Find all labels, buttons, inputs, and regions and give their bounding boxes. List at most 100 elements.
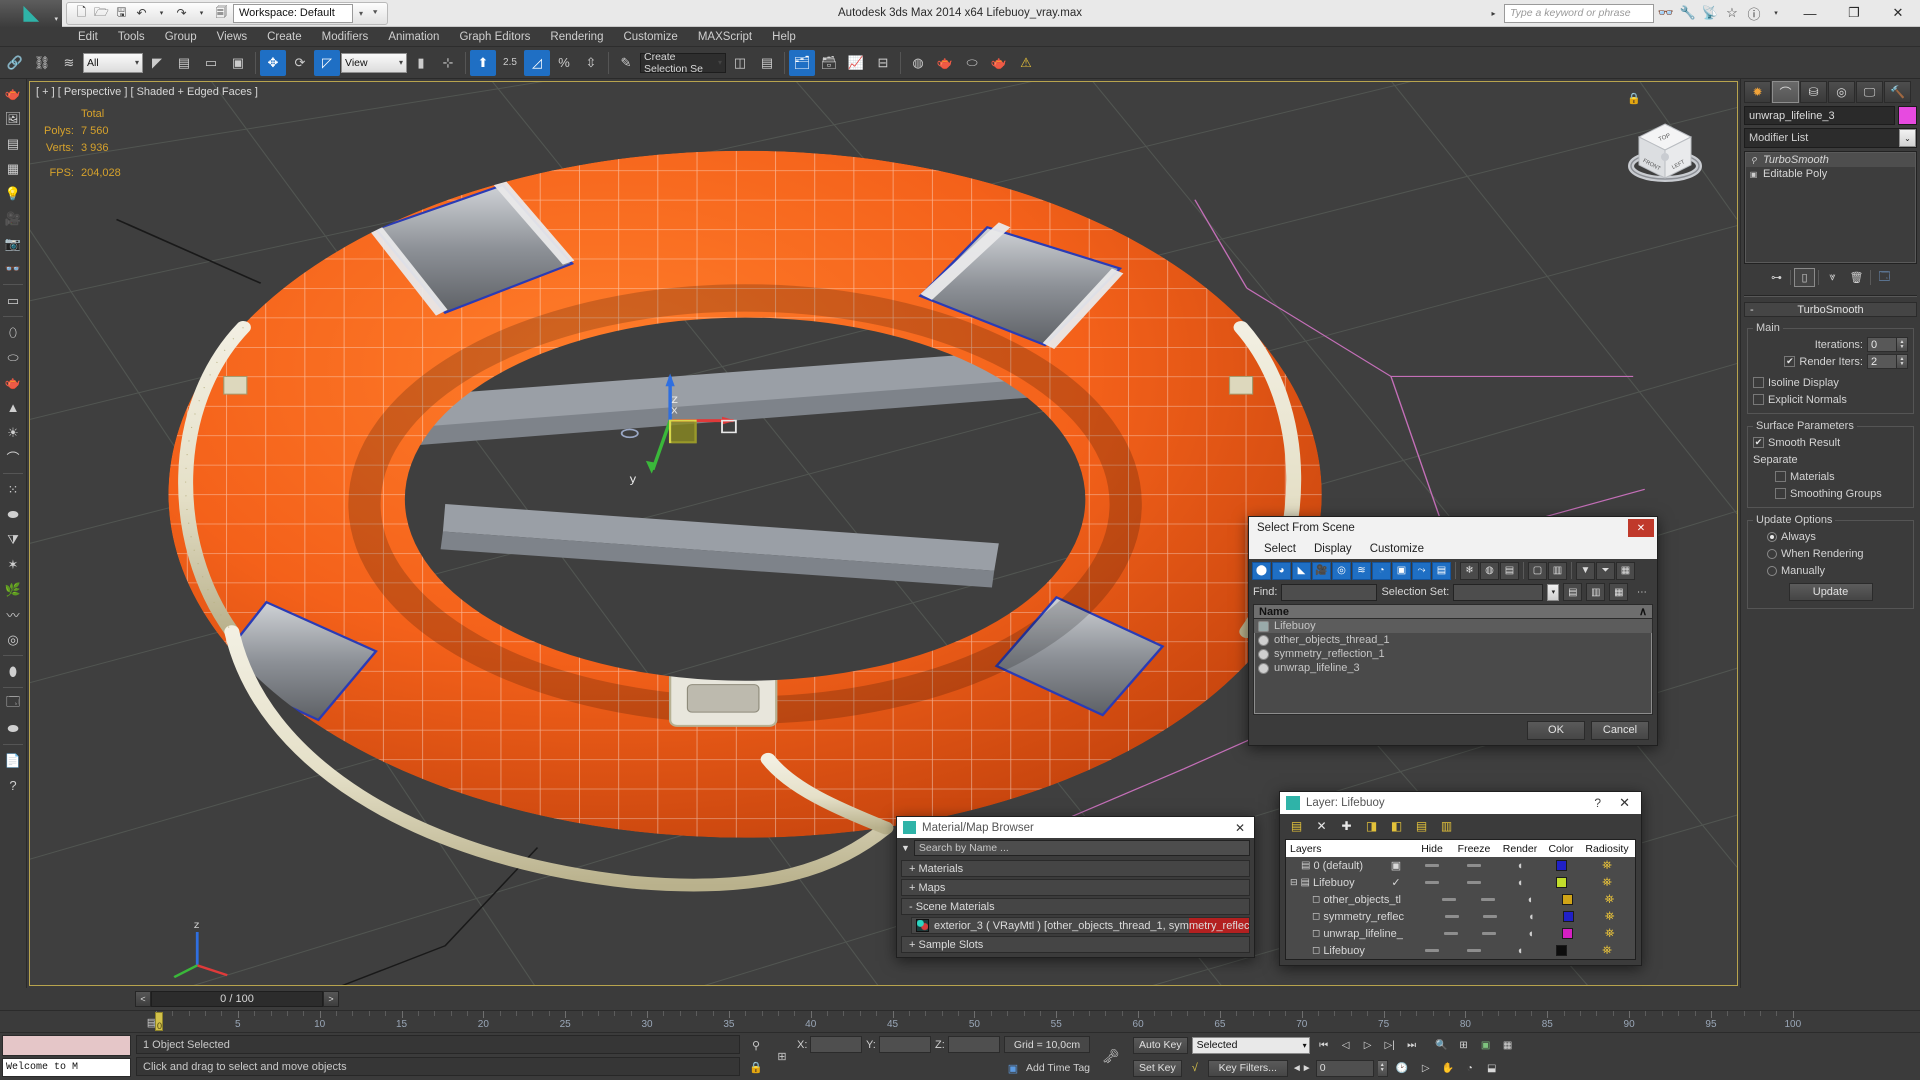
layer-color-swatch[interactable]: [1562, 928, 1574, 939]
scene-material-item[interactable]: exterior_3 ( VRayMtl ) [other_objects_th…: [911, 917, 1250, 934]
display-lights-icon[interactable]: ◣: [1292, 561, 1311, 580]
when-rendering-radio[interactable]: [1767, 548, 1777, 559]
layer-dialog-titlebar[interactable]: Layer: Lifebuoy ? ✕: [1280, 792, 1641, 814]
browser-options-icon[interactable]: ▼: [901, 843, 910, 853]
menu-edit[interactable]: Edit: [68, 29, 108, 45]
select-by-name-icon[interactable]: ▤: [171, 50, 197, 76]
rectangular-select-region-icon[interactable]: ▭: [198, 50, 224, 76]
material-search-input[interactable]: Search by Name ...: [913, 840, 1250, 856]
edit-selection-set-icon[interactable]: ▦: [1609, 583, 1629, 601]
name-column-header[interactable]: Name ∧: [1253, 604, 1653, 619]
update-option-manually[interactable]: Manually: [1753, 562, 1908, 579]
render-frame-icon[interactable]: 🖼: [1, 106, 26, 131]
show-end-result-icon[interactable]: ▯: [1794, 268, 1815, 287]
display-cameras-icon[interactable]: 🎥: [1312, 561, 1331, 580]
menu-group[interactable]: Group: [155, 29, 207, 45]
hide-cell[interactable]: [1432, 891, 1467, 908]
table-row[interactable]: ◻ symmetry_reflec ◖ ⛯: [1286, 908, 1635, 925]
binoculars-icon[interactable]: 👓: [1656, 3, 1676, 23]
qat-overflow-icon[interactable]: ⯆: [369, 8, 381, 18]
render-production-icon[interactable]: 🫖: [986, 50, 1012, 76]
goto-start-icon[interactable]: ⏮: [1314, 1036, 1334, 1054]
rock-icon[interactable]: ✶: [1, 552, 26, 577]
render-cell[interactable]: ◖: [1509, 891, 1551, 908]
workspace-selector[interactable]: Workspace: Default: [233, 3, 353, 23]
menu-maxscript[interactable]: MAXScript: [688, 29, 762, 45]
color-cell[interactable]: [1543, 874, 1579, 891]
update-option-when-rendering[interactable]: When Rendering: [1753, 545, 1908, 562]
select-object-icon[interactable]: ◤: [144, 50, 170, 76]
auto-key-button[interactable]: Auto Key: [1133, 1036, 1188, 1054]
menu-animation[interactable]: Animation: [378, 29, 449, 45]
teapot-primitive-icon[interactable]: 🫖: [1, 370, 26, 395]
help-icon[interactable]: ?: [1588, 796, 1607, 810]
close-icon[interactable]: ✕: [1628, 519, 1654, 537]
layer-name-cell[interactable]: ◻ other_objects_tl: [1286, 891, 1401, 908]
display-groups-icon[interactable]: ◔: [1372, 561, 1391, 580]
hair-fur-icon[interactable]: 〰: [1, 602, 26, 627]
tab-hierarchy[interactable]: ⛁: [1800, 81, 1827, 103]
select-and-rotate-icon[interactable]: ⟳: [287, 50, 313, 76]
scene-object-list[interactable]: Lifebuoy other_objects_thread_1 symmetry_r…: [1253, 619, 1653, 715]
turbosmooth-rollout-header[interactable]: - TurboSmooth: [1744, 302, 1917, 317]
layer-name-cell[interactable]: ◻ Lifebuoy: [1286, 942, 1379, 959]
select-from-scene-dialog[interactable]: Select From Scene ✕ Select Display Custo…: [1248, 516, 1658, 746]
plane-primitive-icon[interactable]: ▭: [1, 288, 26, 313]
tab-modify[interactable]: ⌒: [1772, 81, 1799, 103]
track-bar[interactable]: ▤ 05101520253035404550556065707580859095…: [0, 1010, 1920, 1032]
teapot-icon[interactable]: 🫖: [1, 81, 26, 106]
tab-utilities[interactable]: 🔨: [1884, 81, 1911, 103]
light-bulb-icon[interactable]: ⚲: [1748, 155, 1759, 166]
app-menu-button[interactable]: ◣ ▾: [0, 0, 62, 27]
configure-modifier-sets-icon[interactable]: 🗔: [1874, 268, 1895, 287]
schematic-view-icon[interactable]: ⊟: [870, 50, 896, 76]
camera-icon[interactable]: 🎥: [1, 206, 26, 231]
frame-spinner[interactable]: ▲ ▼: [1377, 1059, 1388, 1077]
highlight-selected-objects-icon[interactable]: ▤: [1413, 818, 1430, 835]
viewport-lock-icon[interactable]: 🔒: [1627, 92, 1641, 105]
freeze-cell[interactable]: [1469, 908, 1511, 925]
radiosity-cell[interactable]: ⛯: [1584, 925, 1635, 942]
object-name-field[interactable]: unwrap_lifeline_3: [1744, 106, 1895, 125]
render-iters-spin-buttons[interactable]: ▲ ▼: [1897, 354, 1908, 369]
render-setup-icon[interactable]: 🫖: [932, 50, 958, 76]
capsule-icon[interactable]: ⬬: [1, 502, 26, 527]
freeze-cell[interactable]: [1451, 874, 1497, 891]
use-center-flyout-icon[interactable]: ▮: [408, 50, 434, 76]
manually-radio[interactable]: [1767, 565, 1777, 576]
render-cell[interactable]: ◖: [1497, 942, 1543, 959]
hide-cell[interactable]: [1434, 925, 1468, 942]
color-cell[interactable]: [1552, 908, 1584, 925]
plus-box-icon[interactable]: ▣: [1748, 169, 1759, 180]
color-cell[interactable]: [1543, 942, 1579, 959]
render-cell[interactable]: ◖: [1497, 874, 1543, 891]
render-iters-checkbox[interactable]: ✔: [1784, 356, 1796, 367]
cone-primitive-icon[interactable]: ▲: [1, 395, 26, 420]
select-and-move-icon[interactable]: ✥: [260, 49, 286, 76]
layer-name-cell[interactable]: ◻ unwrap_lifeline_: [1286, 925, 1403, 942]
render-iters-spinner[interactable]: 2 ▲ ▼: [1867, 354, 1908, 369]
previous-frame-icon[interactable]: ◁: [1336, 1036, 1356, 1054]
update-option-always[interactable]: Always: [1753, 528, 1908, 545]
time-configuration-icon[interactable]: 🕑: [1392, 1059, 1412, 1077]
material-map-browser-dialog[interactable]: Material/Map Browser ✕ ▼ Search by Name …: [896, 816, 1255, 958]
menu-tools[interactable]: Tools: [108, 29, 155, 45]
material-map-icon[interactable]: 🗔: [1, 691, 26, 716]
zoom-all-icon[interactable]: ⊞: [1454, 1036, 1474, 1054]
display-containers-icon[interactable]: ▤: [1432, 561, 1451, 580]
goto-end-icon[interactable]: ⏭: [1402, 1036, 1422, 1054]
project-folder-icon[interactable]: 🗐: [213, 5, 230, 22]
hide-cell[interactable]: [1413, 857, 1451, 874]
rendered-frame-window-icon[interactable]: ⬭: [959, 50, 985, 76]
use-selection-center-icon[interactable]: ⊹: [435, 50, 461, 76]
previous-frame-button[interactable]: <: [135, 991, 151, 1007]
menu-customize[interactable]: Customize: [613, 29, 687, 45]
key-filters-button[interactable]: Key Filters...: [1207, 1059, 1288, 1077]
color-cell[interactable]: [1551, 891, 1584, 908]
filter-icon[interactable]: ▼: [1576, 561, 1595, 580]
current-layer-cell[interactable]: [1404, 908, 1435, 925]
smooth-result-checkbox[interactable]: ✔: [1753, 437, 1764, 448]
select-and-scale-icon[interactable]: ◸: [314, 49, 340, 76]
render-cell[interactable]: ◖: [1510, 925, 1552, 942]
new-file-icon[interactable]: 🗋: [73, 5, 90, 22]
